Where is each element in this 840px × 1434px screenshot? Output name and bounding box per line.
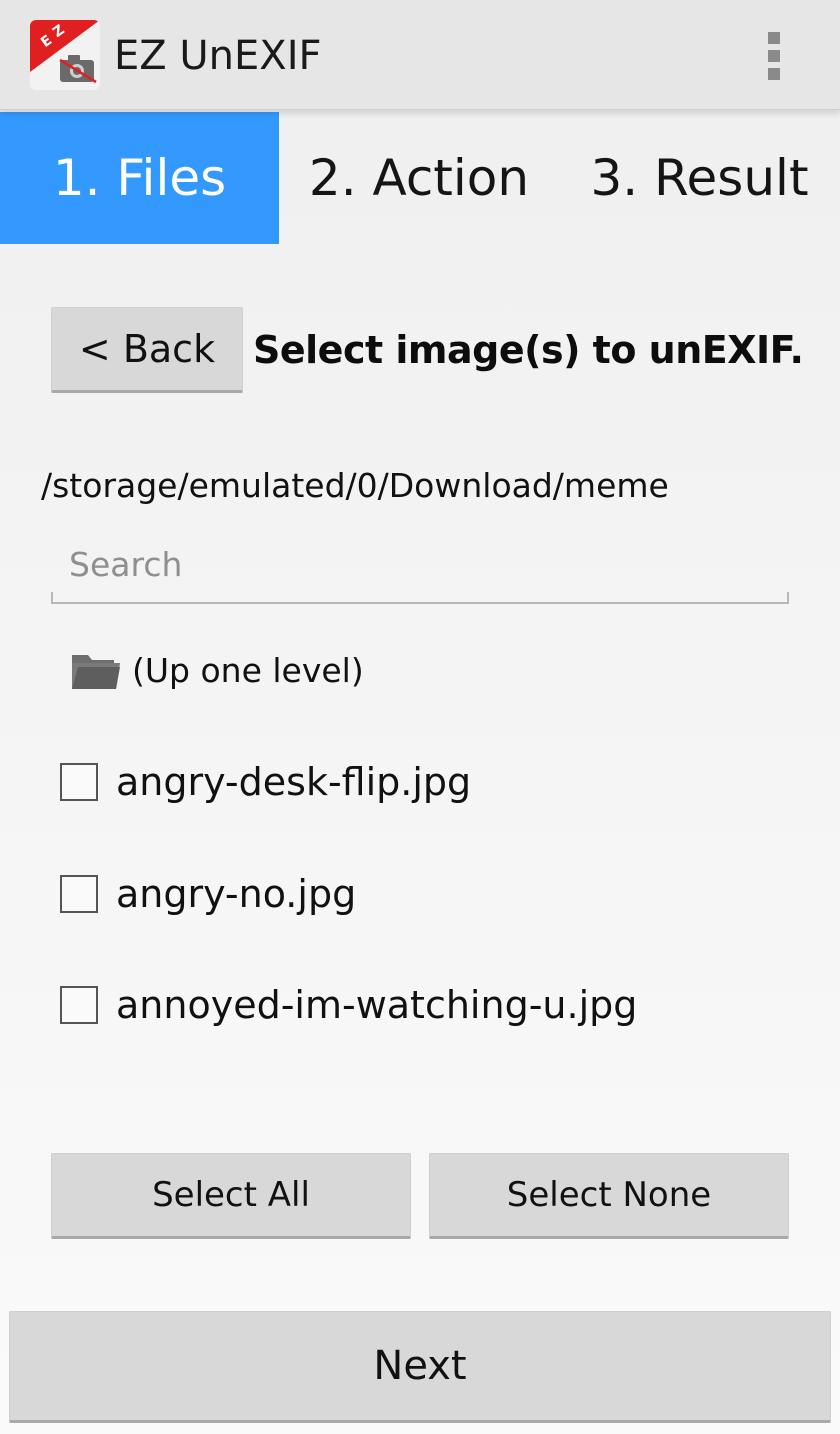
tab-action[interactable]: 2. Action — [279, 112, 559, 244]
checkbox-icon[interactable] — [60, 986, 98, 1024]
app-title: EZ UnEXIF — [114, 33, 322, 79]
overflow-dot — [768, 32, 780, 44]
select-all-button[interactable]: Select All — [51, 1153, 411, 1239]
overflow-dot — [768, 50, 780, 62]
current-path: /storage/emulated/0/Download/meme — [41, 466, 669, 505]
checkbox-icon[interactable] — [60, 875, 98, 913]
tab-files[interactable]: 1. Files — [0, 112, 279, 244]
up-one-level-row[interactable]: (Up one level) — [70, 640, 364, 700]
back-button[interactable]: < Back — [51, 307, 243, 393]
checkbox-icon[interactable] — [60, 763, 98, 801]
file-list-item[interactable]: annoyed-im-watching-u.jpg — [60, 975, 637, 1035]
tab-result[interactable]: 3. Result — [559, 112, 840, 244]
file-list-item[interactable]: angry-desk-flip.jpg — [60, 752, 471, 812]
select-none-button[interactable]: Select None — [429, 1153, 789, 1239]
file-name: angry-no.jpg — [116, 872, 357, 916]
search-field — [51, 530, 789, 604]
action-bar: E Z EZ UnEXIF — [0, 0, 840, 110]
overflow-menu-icon[interactable] — [754, 28, 794, 84]
next-button[interactable]: Next — [9, 1311, 831, 1423]
app-logo-icon: E Z — [30, 20, 100, 90]
file-name: annoyed-im-watching-u.jpg — [116, 983, 638, 1027]
search-input[interactable] — [69, 536, 769, 592]
step-tabs: 1. Files 2. Action 3. Result — [0, 112, 840, 244]
instruction-text: Select image(s) to unEXIF. — [253, 328, 804, 372]
overflow-dot — [768, 68, 780, 80]
file-name: angry-desk-flip.jpg — [116, 760, 472, 804]
file-list-item[interactable]: angry-no.jpg — [60, 864, 356, 924]
up-one-level-label: (Up one level) — [132, 650, 364, 690]
folder-icon — [72, 655, 120, 689]
